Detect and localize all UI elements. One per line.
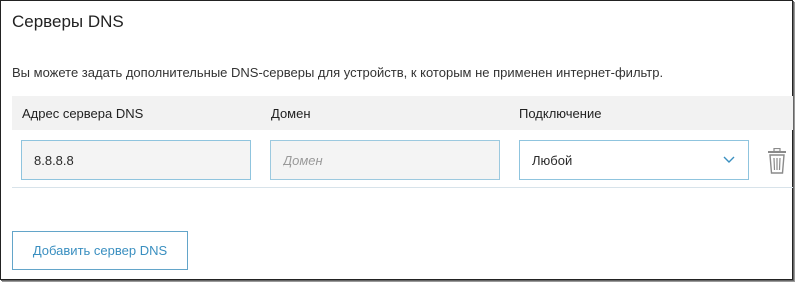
column-header-address: Адрес сервера DNS [22, 106, 144, 121]
section-title: Серверы DNS [12, 12, 124, 31]
section-description: Вы можете задать дополнительные DNS-серв… [12, 65, 664, 80]
trash-icon [768, 147, 786, 174]
delete-row-button[interactable] [766, 147, 788, 174]
domain-field[interactable] [270, 140, 500, 180]
table-row: Любой [12, 130, 793, 188]
dns-servers-panel: Серверы DNS Вы можете задать дополнитель… [0, 0, 793, 280]
column-header-connection: Подключение [519, 106, 602, 121]
chevron-down-icon [722, 153, 736, 167]
add-dns-server-button[interactable]: Добавить сервер DNS [12, 231, 188, 270]
domain-input[interactable] [283, 141, 487, 179]
dns-address-input[interactable] [34, 141, 238, 179]
dns-address-field[interactable] [21, 140, 251, 180]
column-header-domain: Домен [271, 106, 311, 121]
table-header: Адрес сервера DNS Домен Подключение [12, 96, 793, 130]
connection-select[interactable]: Любой [519, 140, 749, 180]
connection-selected-value: Любой [532, 152, 573, 168]
